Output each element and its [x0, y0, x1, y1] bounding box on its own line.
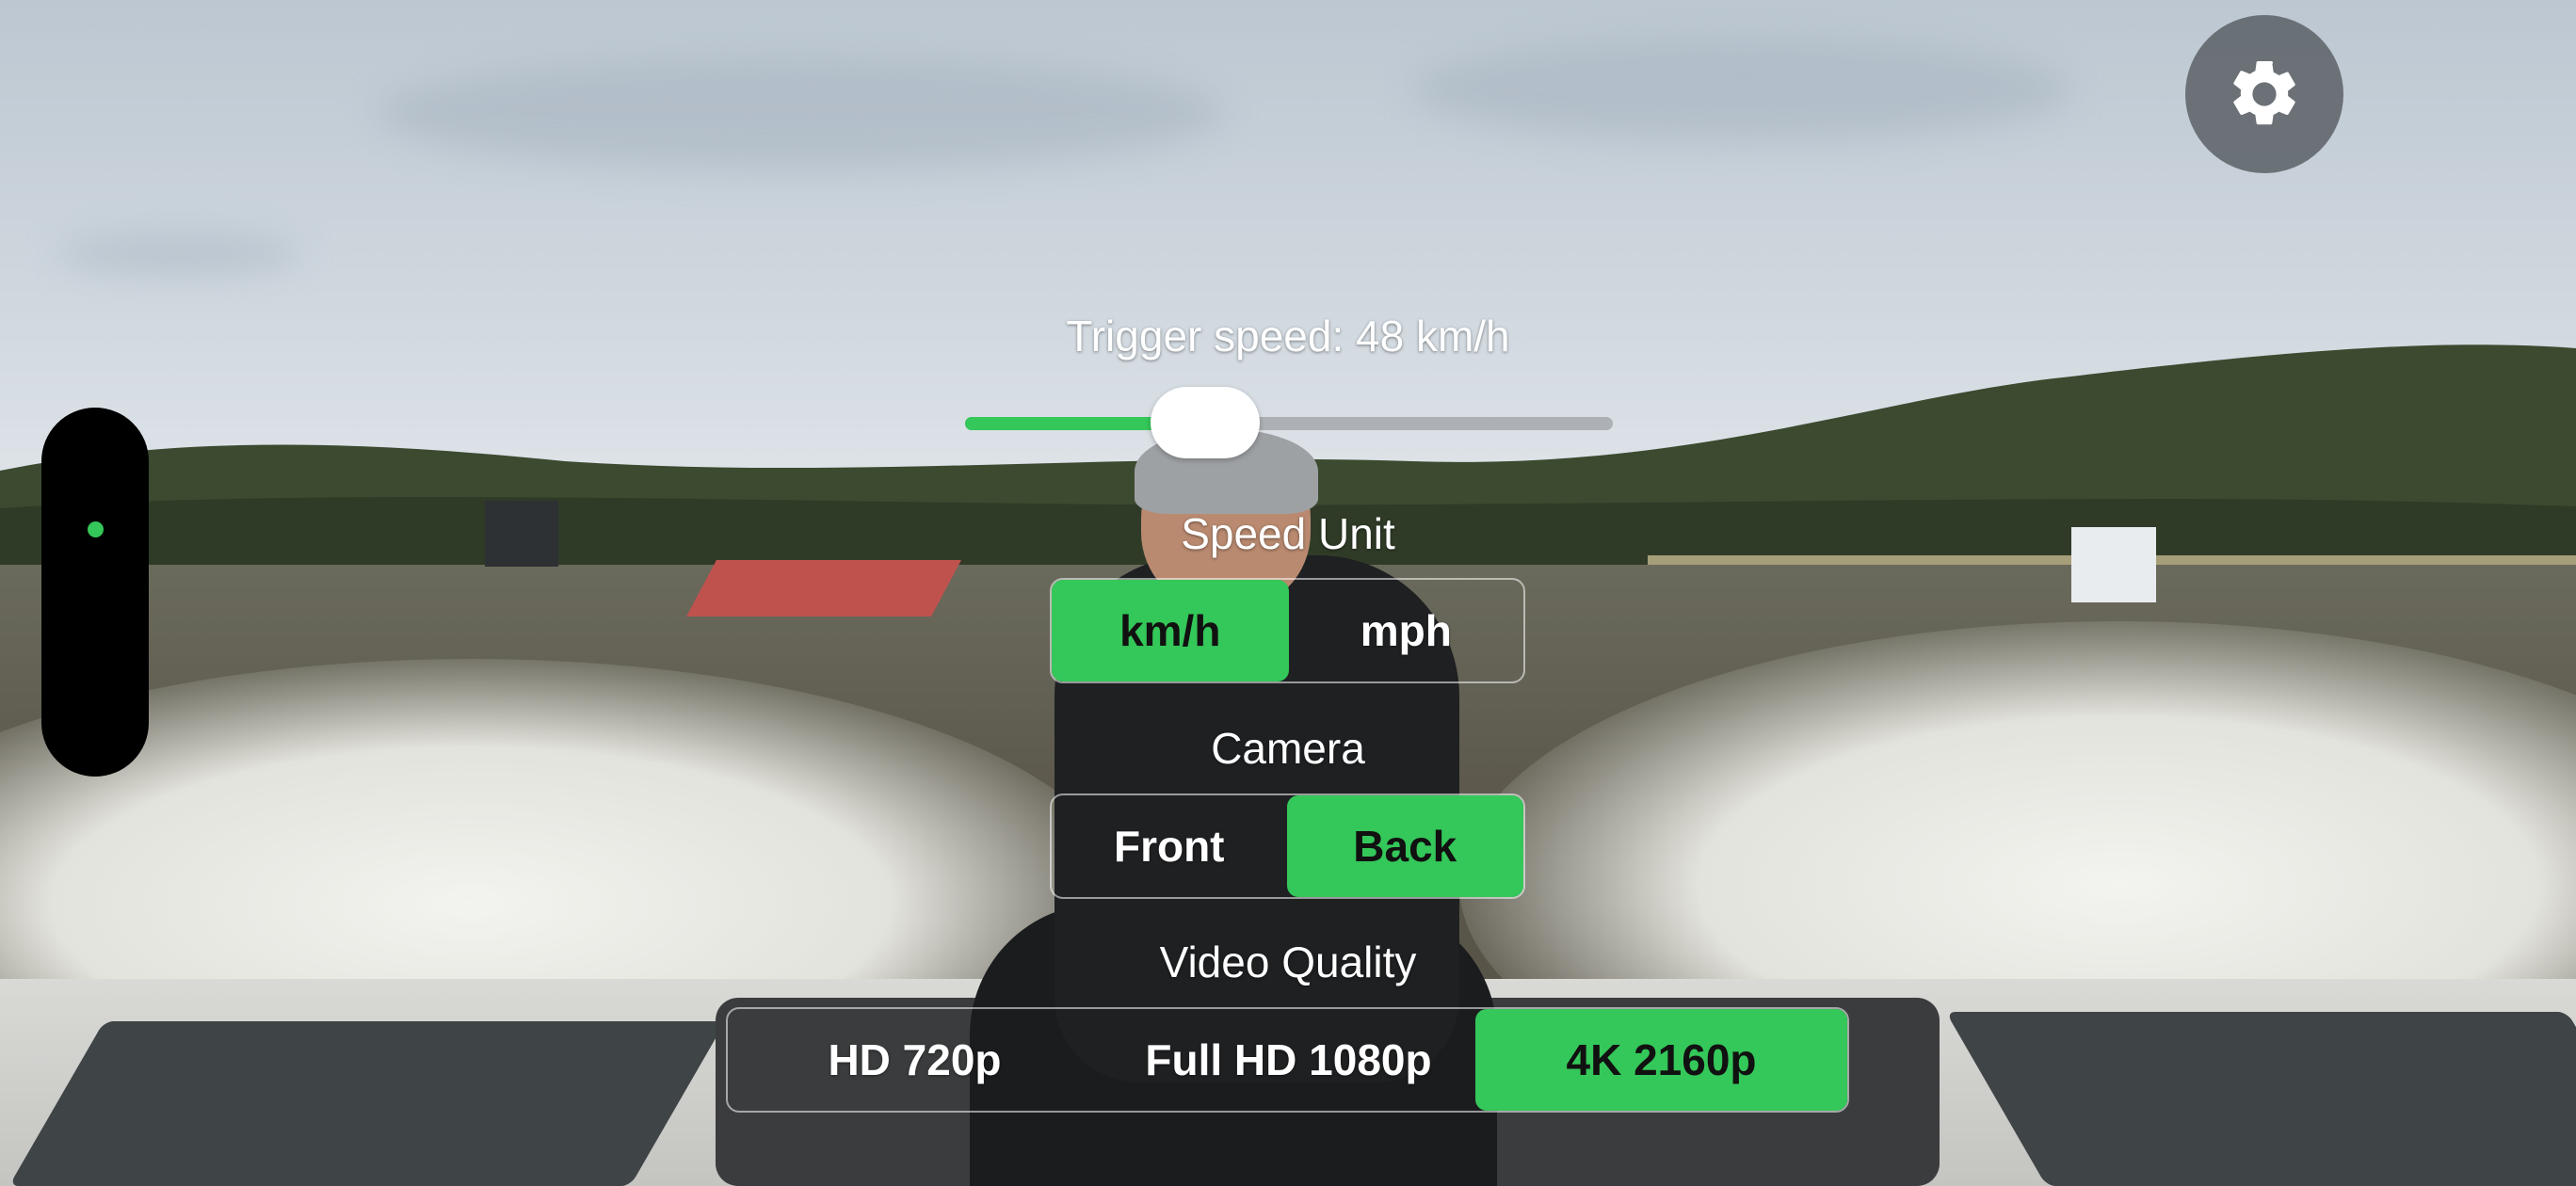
boat-shed	[485, 501, 558, 567]
speed-unit-kmh[interactable]: km/h	[1052, 580, 1289, 681]
speed-unit-title: Speed Unit	[1181, 509, 1395, 558]
gear-icon	[2233, 60, 2295, 125]
camera-control[interactable]: Front Back	[1050, 793, 1525, 899]
cloud	[1412, 38, 2071, 141]
settings-button[interactable]	[2185, 15, 2343, 173]
recording-indicator-panel	[41, 408, 149, 777]
cloud	[56, 235, 301, 273]
slider-thumb[interactable]	[1150, 387, 1260, 458]
trigger-speed-slider[interactable]	[965, 387, 1613, 458]
quality-720p[interactable]: HD 720p	[728, 1009, 1102, 1111]
cloud	[377, 56, 1224, 169]
camera-back[interactable]: Back	[1286, 795, 1523, 897]
camera-title: Camera	[1211, 724, 1365, 773]
speed-unit-mph[interactable]: mph	[1289, 580, 1524, 681]
quality-1080p[interactable]: Full HD 1080p	[1102, 1009, 1475, 1111]
status-dot	[88, 521, 104, 537]
floating-hut	[2071, 527, 2156, 602]
trigger-speed-label: Trigger speed: 48 km/h	[1066, 312, 1510, 361]
video-quality-control[interactable]: HD 720p Full HD 1080p 4K 2160p	[726, 1007, 1849, 1113]
camera-front[interactable]: Front	[1052, 795, 1287, 897]
boat-pad-right	[1945, 1012, 2576, 1186]
submerged-roof	[686, 560, 961, 617]
video-quality-title: Video Quality	[1159, 938, 1417, 986]
quality-2160p[interactable]: 4K 2160p	[1475, 1009, 1847, 1111]
boat-pad-left	[8, 1021, 726, 1186]
speed-unit-control[interactable]: km/h mph	[1050, 578, 1525, 683]
